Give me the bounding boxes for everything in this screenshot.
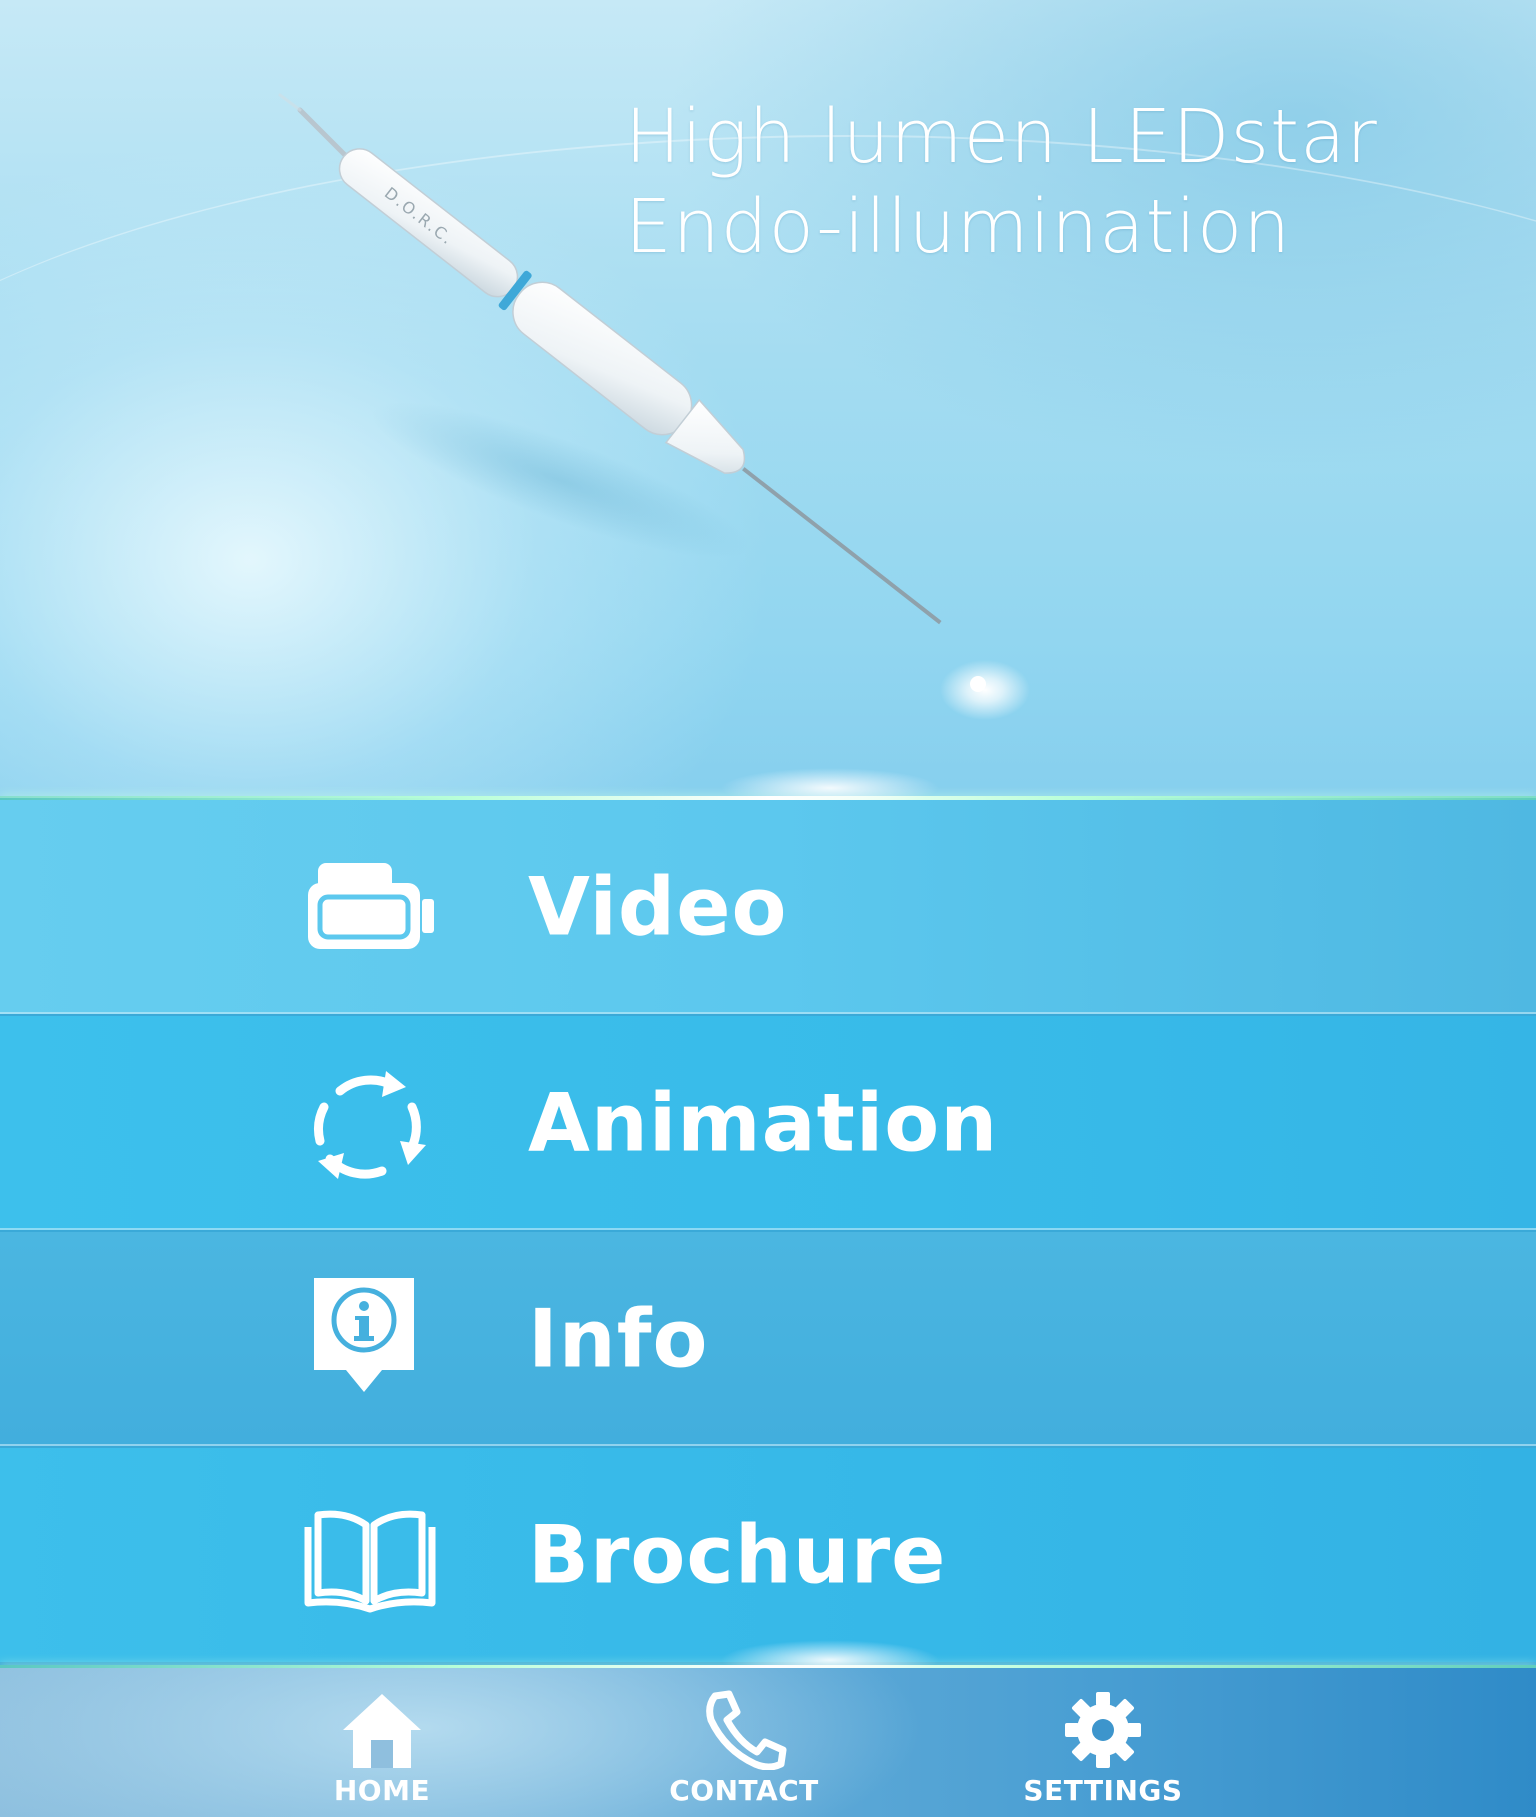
home-icon xyxy=(343,1694,421,1768)
hero-title: High lumen LEDstar Endo-illumination xyxy=(625,92,1378,272)
refresh-cycle-icon xyxy=(314,1071,426,1179)
menu-item-brochure[interactable]: Brochure xyxy=(0,1448,1536,1662)
nav-settings-button[interactable]: SETTINGS xyxy=(993,1668,1213,1817)
nav-settings-label: SETTINGS xyxy=(1023,1774,1183,1807)
menu-item-video[interactable]: Video xyxy=(0,800,1536,1014)
nav-contact-label: CONTACT xyxy=(669,1774,819,1807)
menu-divider xyxy=(0,1228,1536,1230)
hero-banner: D.O.R.C. High lumen LEDstar Endo-illumin… xyxy=(0,0,1536,798)
menu-item-info-label: Info xyxy=(528,1292,709,1386)
hero-title-line1: High lumen LEDstar xyxy=(625,94,1378,180)
open-book-icon xyxy=(304,1510,436,1613)
gear-icon xyxy=(1065,1692,1141,1768)
menu-item-info[interactable]: Info xyxy=(0,1232,1536,1446)
menu-item-video-label: Video xyxy=(528,860,788,954)
nav-home-button[interactable]: HOME xyxy=(272,1668,492,1817)
hero-title-line2: Endo-illumination xyxy=(625,184,1292,270)
info-bubble-icon xyxy=(314,1278,414,1392)
menu-item-animation[interactable]: Animation xyxy=(0,1016,1536,1230)
menu-item-animation-label: Animation xyxy=(528,1076,999,1170)
nav-contact-button[interactable]: CONTACT xyxy=(634,1668,854,1817)
bottom-navigation-bar: HOME CONTACT SETTINGS xyxy=(0,1668,1536,1817)
main-menu: Video Animation Info Brochure xyxy=(0,800,1536,1664)
phone-icon xyxy=(706,1690,787,1770)
menu-divider xyxy=(0,1444,1536,1446)
menu-divider xyxy=(0,1012,1536,1014)
nav-home-label: HOME xyxy=(333,1774,431,1807)
video-camera-icon xyxy=(308,863,434,949)
menu-item-brochure-label: Brochure xyxy=(528,1508,947,1602)
